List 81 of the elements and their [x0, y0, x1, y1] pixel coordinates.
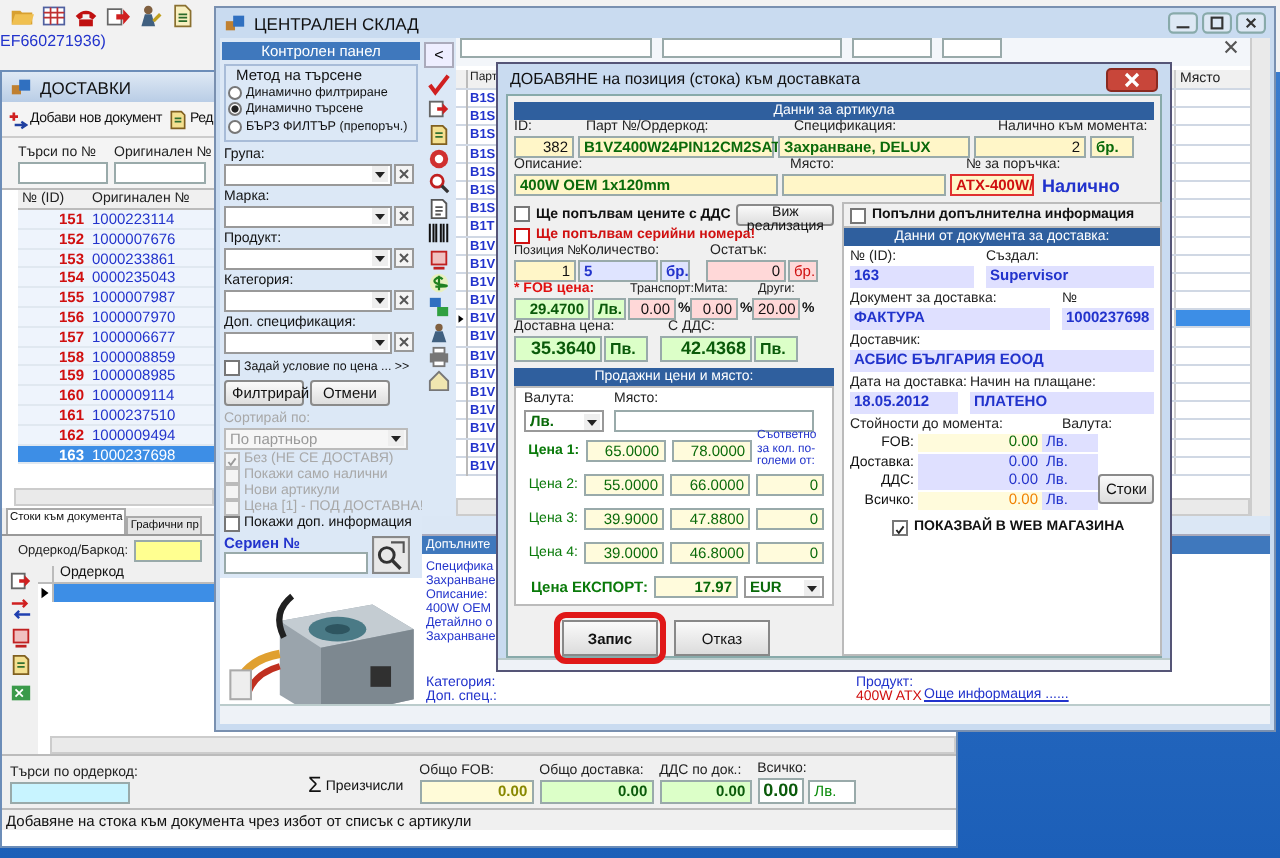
checkbox[interactable] [892, 519, 908, 535]
minimize-icon[interactable] [1168, 12, 1198, 34]
document-icon[interactable] [9, 654, 31, 676]
figure-icon[interactable] [428, 321, 450, 344]
caret-icon [388, 430, 404, 446]
arrow-icon[interactable] [106, 4, 130, 28]
clear-icon[interactable] [394, 206, 414, 226]
maximize-icon[interactable] [1202, 12, 1232, 34]
grid-icon[interactable] [42, 4, 66, 28]
search-icon[interactable] [372, 535, 410, 573]
dollar-icon[interactable] [428, 271, 450, 294]
currency-field: Пв. [754, 336, 798, 362]
boxes-icon [10, 76, 32, 98]
barcode-icon[interactable] [428, 222, 450, 245]
dropdown[interactable] [224, 331, 392, 353]
search-field[interactable] [10, 782, 130, 804]
checkbox[interactable] [514, 206, 530, 222]
close-icon[interactable] [1222, 38, 1240, 56]
collapse-button[interactable]: < [424, 42, 454, 68]
filter-field[interactable] [662, 38, 842, 58]
printer-icon[interactable] [428, 346, 450, 369]
input-field[interactable] [614, 410, 814, 432]
serial-field[interactable] [224, 551, 368, 573]
dropdown[interactable] [224, 289, 392, 311]
document-icon[interactable] [428, 123, 450, 146]
clear-icon[interactable] [394, 332, 414, 352]
scrollbar[interactable] [14, 488, 214, 506]
stamp-icon[interactable] [428, 247, 450, 270]
caret-icon [372, 166, 388, 182]
clear-icon[interactable] [394, 164, 414, 184]
clear-icon[interactable] [394, 290, 414, 310]
caret-icon [372, 208, 388, 224]
search-field[interactable] [114, 162, 206, 184]
plus-arrows-icon [8, 109, 28, 129]
document-icon[interactable] [170, 4, 194, 28]
reference-text: EF660271936) [0, 32, 106, 52]
dropdown[interactable] [224, 247, 392, 269]
clear-icon[interactable] [394, 248, 414, 268]
close-icon[interactable] [1106, 67, 1158, 91]
radio-button[interactable] [228, 119, 242, 134]
window-title: ДОСТАВКИ [40, 77, 132, 97]
dropdown[interactable] [224, 163, 392, 185]
page-icon[interactable] [428, 197, 450, 220]
filter-field[interactable] [942, 38, 1002, 58]
window-title: ЦЕНТРАЛЕН СКЛАД [254, 13, 419, 33]
figure-icon[interactable] [138, 4, 162, 28]
filter-field[interactable] [852, 38, 932, 58]
document-icon [167, 109, 188, 129]
caret-icon [584, 413, 600, 429]
window-title: ДОБАВЯНЕ на позиция (стока) към доставката [510, 70, 861, 88]
caret-icon [372, 292, 388, 308]
status-text: Налично [1042, 175, 1120, 195]
input-field[interactable]: 35.3640 [514, 336, 602, 362]
checkbox[interactable] [224, 359, 240, 375]
caret-icon [804, 579, 820, 595]
lifebuoy-icon[interactable] [428, 148, 450, 171]
home-icon[interactable] [428, 370, 450, 393]
filter-field[interactable] [460, 38, 652, 58]
spreadsheet-icon[interactable] [9, 682, 31, 704]
caret-icon [372, 250, 388, 266]
barcode-field[interactable] [134, 540, 202, 562]
magnifier-icon[interactable] [428, 172, 450, 195]
checkmark-icon[interactable] [428, 73, 450, 96]
dropdown[interactable] [224, 205, 392, 227]
currency-field: Пв. [604, 336, 648, 362]
boxes-icon [224, 12, 246, 34]
caret-icon [372, 334, 388, 350]
arrows-icon[interactable] [9, 598, 31, 620]
scrollbar[interactable] [1250, 38, 1270, 516]
table-row[interactable] [1174, 310, 1250, 327]
radio-button[interactable] [228, 85, 242, 100]
input-field[interactable]: 42.4368 [660, 336, 752, 362]
search-field[interactable] [18, 162, 108, 184]
input-field[interactable] [782, 174, 946, 196]
stamp-icon[interactable] [9, 626, 31, 648]
radio-button[interactable] [228, 102, 242, 117]
close-icon[interactable] [1236, 12, 1266, 34]
checkbox[interactable] [514, 227, 530, 243]
checkbox[interactable] [850, 207, 866, 223]
scrollbar[interactable] [50, 736, 956, 754]
total-field[interactable]: 0.00 [757, 778, 805, 804]
